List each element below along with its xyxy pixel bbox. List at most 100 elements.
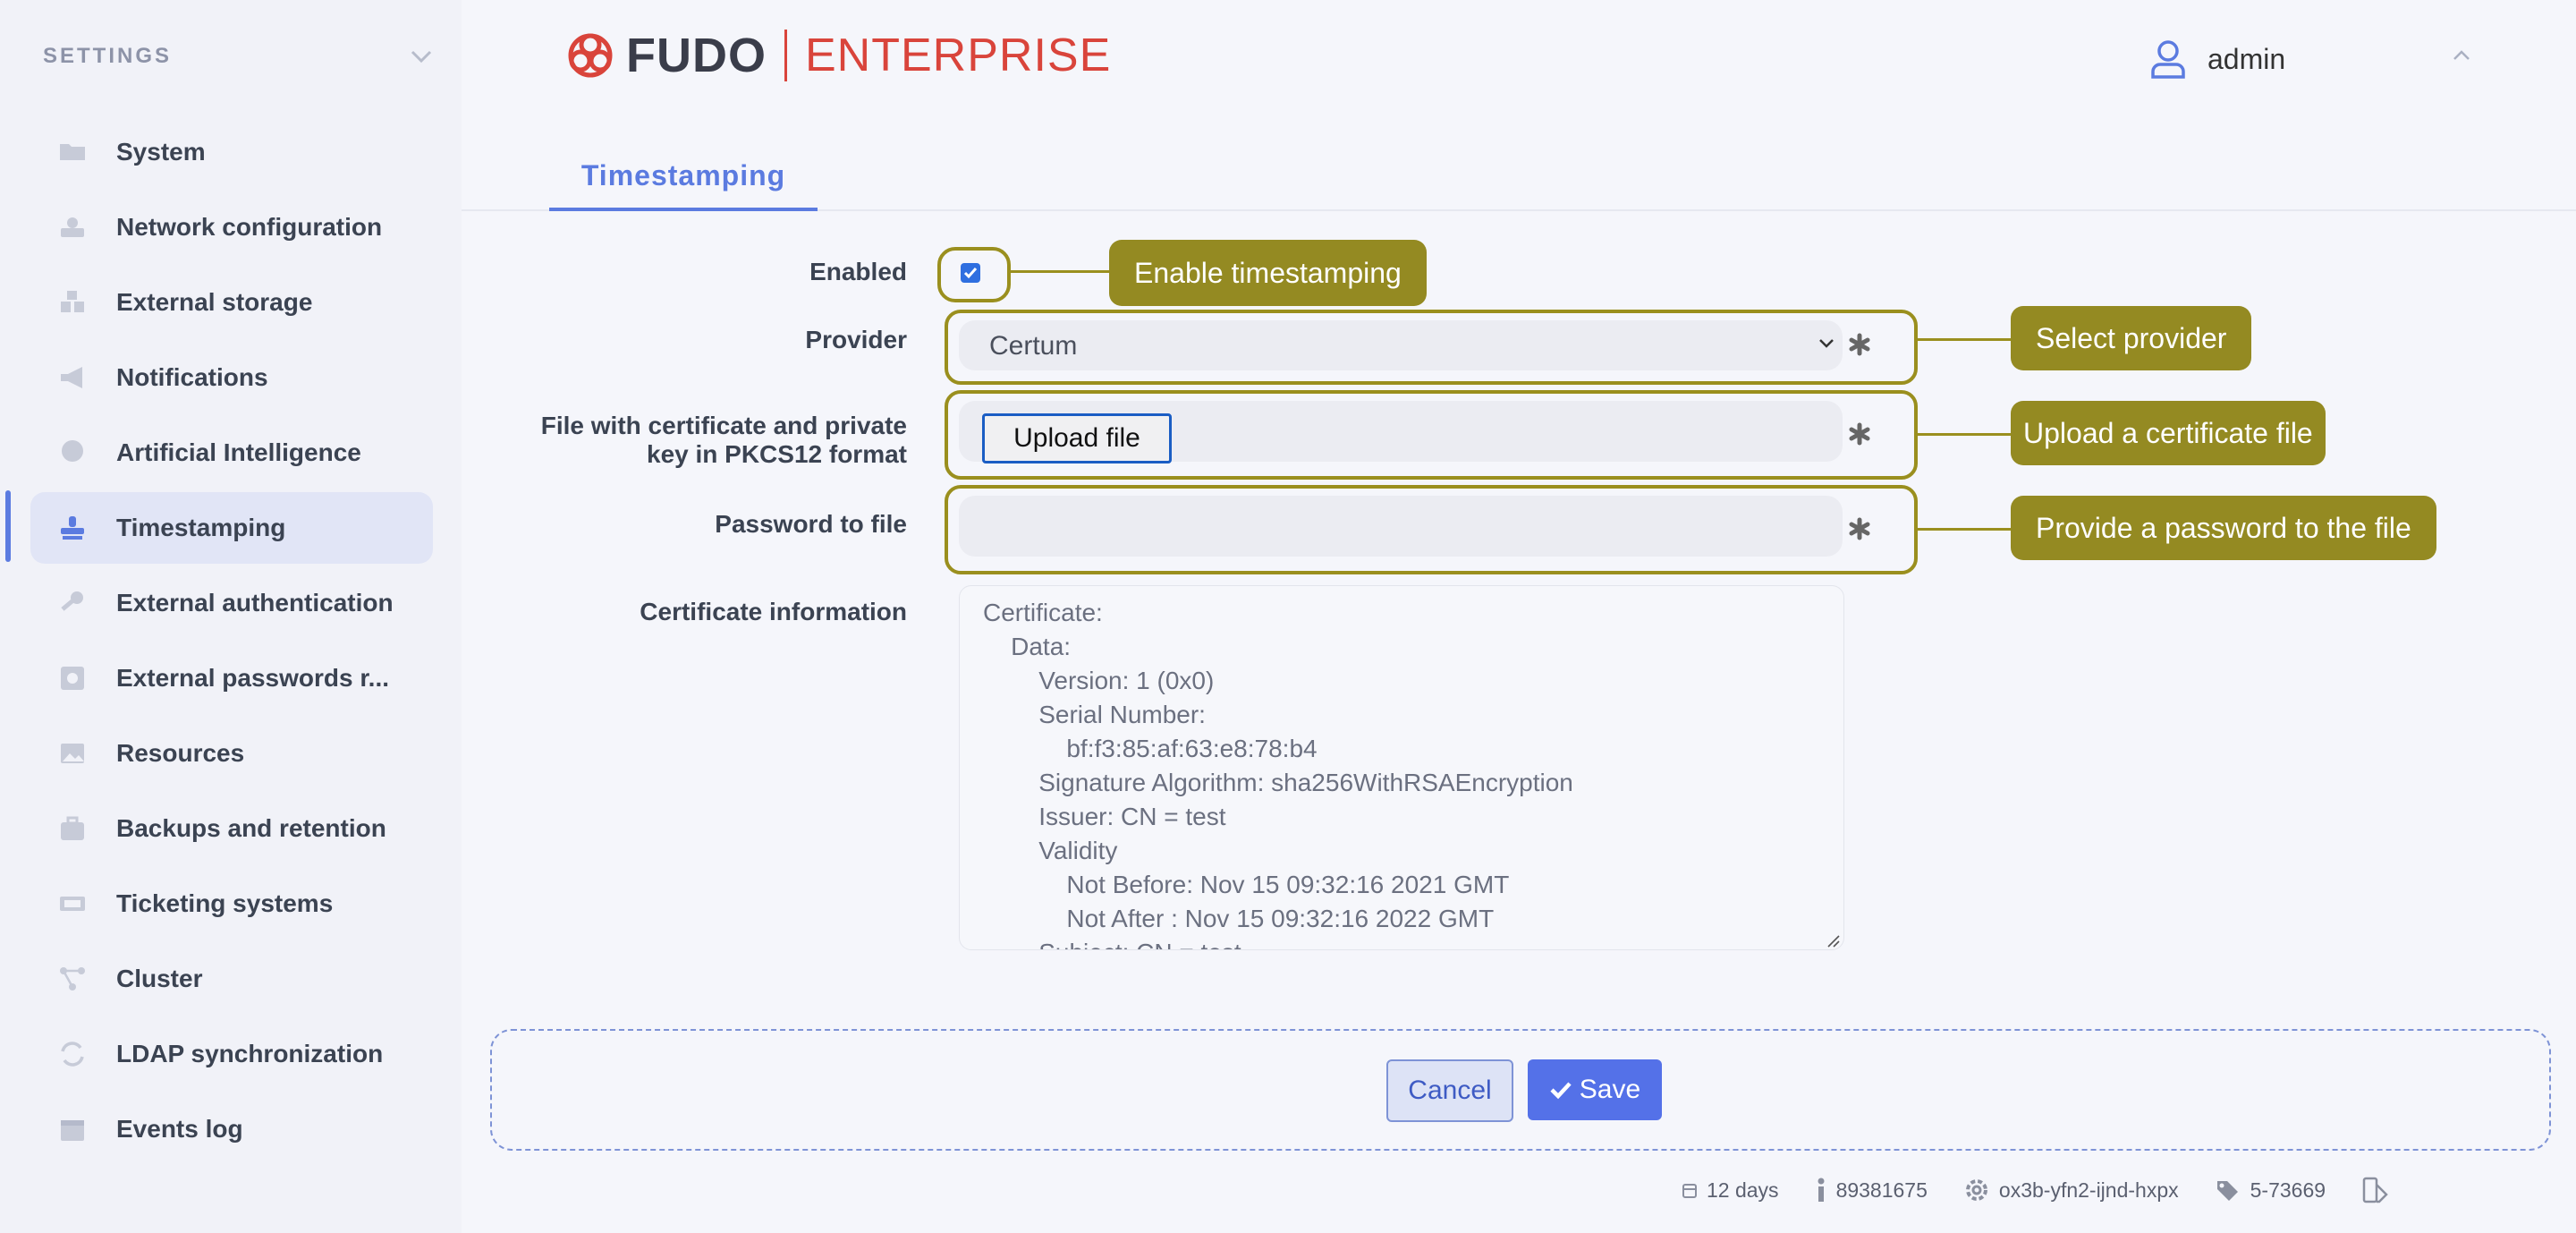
- resize-handle-icon[interactable]: [1825, 932, 1841, 948]
- vault-icon: [57, 663, 88, 693]
- fudo-logo-icon: [568, 33, 613, 78]
- fudo-logo[interactable]: FUDO ENTERPRISE: [564, 27, 1111, 84]
- certificate-file-label: File with certificate and private key in…: [541, 412, 907, 469]
- uptime-status: 12 days: [1682, 1178, 1779, 1203]
- sidebar-item-notifications[interactable]: Notifications: [30, 342, 433, 413]
- sidebar-item-backups-and-retention[interactable]: Backups and retention: [30, 793, 433, 864]
- status-bar: 12 days 89381675 ox3b-yfn2-ijnd-hxpx 5-7…: [1682, 1172, 2435, 1208]
- megaphone-icon: [57, 362, 88, 393]
- sidebar-title: SETTINGS: [43, 44, 173, 68]
- version-value: 5-73669: [2250, 1178, 2326, 1202]
- ticket-icon: [57, 889, 88, 919]
- sidebar-item-cluster[interactable]: Cluster: [30, 943, 433, 1015]
- folder-icon: [57, 137, 88, 167]
- calendar-icon: [57, 1114, 88, 1144]
- sidebar-item-label: System: [116, 138, 206, 166]
- storage-icon: [57, 287, 88, 318]
- certificate-info-label: Certificate information: [640, 598, 907, 625]
- chevron-down-icon[interactable]: [408, 45, 435, 68]
- check-icon: [1550, 1082, 1572, 1100]
- sidebar-item-artificial-intelligence[interactable]: Artificial Intelligence: [30, 417, 433, 489]
- sidebar-item-network-configuration[interactable]: Network configuration: [30, 191, 433, 263]
- certificate-info-line: Version: 1 (0x0): [983, 667, 1215, 694]
- save-button[interactable]: Save: [1528, 1059, 1662, 1120]
- sidebar-item-events-log[interactable]: Events log: [30, 1093, 433, 1165]
- enabled-checkbox[interactable]: [961, 263, 980, 283]
- sidebar-item-external-storage[interactable]: External storage: [30, 267, 433, 338]
- user-name: admin: [2207, 42, 2286, 75]
- sidebar-item-label: Events log: [116, 1115, 243, 1143]
- build-value: 89381675: [1835, 1178, 1928, 1202]
- cluster-icon: [57, 964, 88, 994]
- theme-toggle[interactable]: [2361, 1176, 2399, 1204]
- image-icon: [57, 738, 88, 769]
- enabled-callout: Enable timestamping: [1109, 240, 1427, 306]
- certificate-file-label-line1: File with certificate and private: [540, 412, 907, 439]
- cancel-button[interactable]: Cancel: [1386, 1059, 1513, 1122]
- chevron-up-icon[interactable]: [2451, 47, 2472, 64]
- certificate-info-textarea[interactable]: Certificate: Data: Version: 1 (0x0) Seri…: [959, 585, 1844, 950]
- sidebar-item-label: Artificial Intelligence: [116, 438, 361, 466]
- sync-icon: [57, 1039, 88, 1069]
- chevron-down-icon[interactable]: [1818, 336, 1835, 351]
- provider-select[interactable]: [959, 320, 1843, 370]
- sidebar-header[interactable]: SETTINGS: [43, 41, 435, 72]
- certificate-file-label-line2: key in PKCS12 format: [647, 440, 907, 468]
- sidebar-item-label: External authentication: [116, 589, 394, 616]
- required-asterisk-icon: [1849, 422, 1870, 446]
- provider-callout: Select provider: [2011, 306, 2252, 370]
- logo-divider: [784, 30, 787, 81]
- certificate-callout-line: [1914, 433, 2011, 436]
- network-icon: [57, 212, 88, 242]
- user-icon: [2151, 40, 2185, 79]
- info-icon: [1818, 1178, 1825, 1202]
- certificate-info-line: Data:: [983, 633, 1072, 660]
- sidebar-item-external-passwords-r[interactable]: External passwords r...: [30, 642, 433, 714]
- certificate-info-line: Validity: [983, 837, 1118, 864]
- upload-file-button[interactable]: Upload file: [982, 413, 1172, 463]
- certificate-info-line: Subject: CN = test: [983, 939, 1241, 949]
- tags-icon: [2216, 1181, 2238, 1201]
- sidebar-item-ticketing-systems[interactable]: Ticketing systems: [30, 868, 433, 940]
- save-button-label: Save: [1579, 1075, 1641, 1104]
- system-id-value: ox3b-yfn2-ijnd-hxpx: [1998, 1178, 2179, 1202]
- user-menu[interactable]: admin: [2150, 34, 2472, 84]
- sidebar-item-label: Timestamping: [116, 514, 286, 541]
- password-callout-line: [1914, 528, 2011, 531]
- sidebar-item-ldap-synchronization[interactable]: LDAP synchronization: [30, 1018, 433, 1090]
- sidebar-item-label: External storage: [116, 288, 313, 316]
- password-input[interactable]: [959, 496, 1843, 557]
- palette-icon: [2362, 1177, 2388, 1203]
- form-action-bar: [490, 1029, 2551, 1151]
- required-asterisk-icon: [1849, 333, 1870, 356]
- sidebar-item-system[interactable]: System: [30, 116, 433, 188]
- brand-name: FUDO: [626, 29, 767, 82]
- certificate-info-line: Signature Algorithm: sha256WithRSAEncryp…: [983, 769, 1573, 796]
- brain-icon: [57, 438, 88, 468]
- sidebar-item-label: External passwords r...: [116, 664, 390, 692]
- sidebar-item-resources[interactable]: Resources: [30, 718, 433, 789]
- sidebar-item-label: LDAP synchronization: [116, 1040, 384, 1067]
- certificate-info-line: Not After : Nov 15 09:32:16 2022 GMT: [983, 905, 1495, 932]
- sidebar-item-label: Cluster: [116, 965, 203, 992]
- active-indicator: [5, 490, 11, 562]
- password-callout: Provide a password to the file: [2011, 496, 2436, 560]
- sidebar-item-label: Network configuration: [116, 213, 383, 241]
- password-label: Password to file: [715, 510, 907, 538]
- sidebar-item-external-authentication[interactable]: External authentication: [30, 567, 433, 639]
- build-status: 89381675: [1815, 1177, 1928, 1203]
- required-asterisk-icon: [1849, 517, 1870, 540]
- sidebar-item-label: Backups and retention: [116, 814, 386, 842]
- tab-timestamping[interactable]: Timestamping: [549, 143, 818, 211]
- briefcase-icon: [57, 813, 88, 844]
- calendar-icon: [1682, 1184, 1697, 1198]
- sidebar-item-label: Resources: [116, 739, 245, 767]
- checkmark-icon: [963, 268, 978, 279]
- provider-label: Provider: [805, 326, 907, 353]
- provider-callout-line: [1914, 338, 2011, 341]
- system-id-status: ox3b-yfn2-ijnd-hxpx: [1963, 1177, 2179, 1203]
- provider-value: Certum: [989, 331, 1078, 361]
- enabled-label: Enabled: [809, 258, 907, 285]
- sidebar-item-timestamping[interactable]: Timestamping: [30, 492, 433, 564]
- settings-sidebar: SETTINGS System Network configuration Exte…: [0, 0, 462, 1233]
